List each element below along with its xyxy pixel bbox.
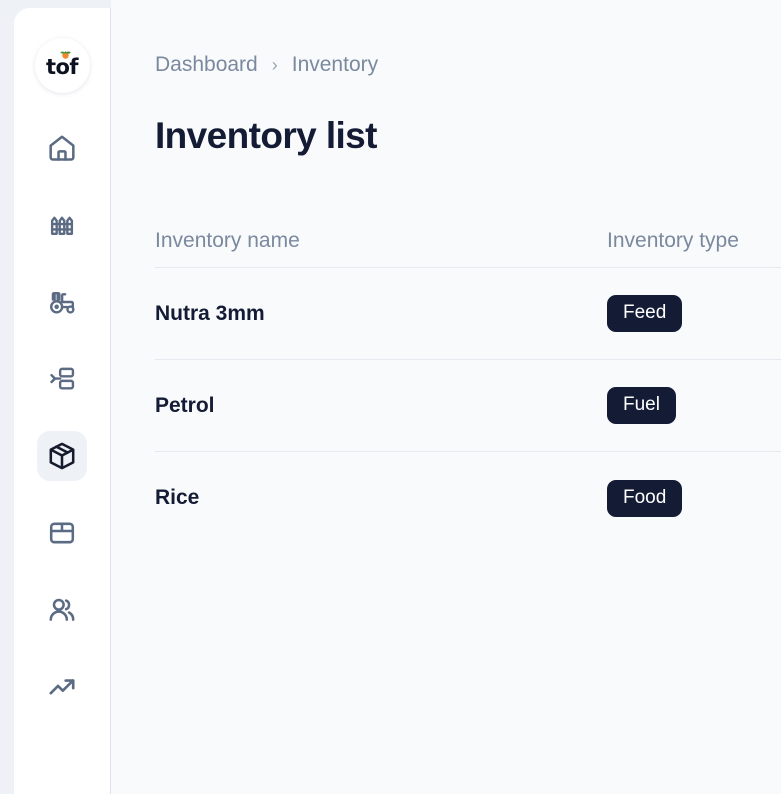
sidebar: tof <box>14 8 111 794</box>
status-badge: Food <box>607 479 683 517</box>
sidebar-item-inventory[interactable] <box>37 431 87 481</box>
sidebar-nav <box>14 123 110 712</box>
table-row[interactable]: Nutra 3mm Feed <box>155 268 781 360</box>
page-title: Inventory list <box>155 115 377 156</box>
sidebar-item-home[interactable] <box>37 123 87 173</box>
cell-inventory-type: Feed <box>607 295 781 332</box>
table-row[interactable]: Rice Food <box>155 452 781 544</box>
cell-inventory-name: Petrol <box>155 393 215 417</box>
app-logo[interactable]: tof <box>34 38 90 93</box>
logo-text: tof <box>45 55 79 79</box>
status-badge: Feed <box>607 295 683 332</box>
home-icon <box>49 135 75 161</box>
breadcrumb-item-inventory[interactable]: Inventory <box>292 53 378 77</box>
sidebar-item-machinery[interactable] <box>37 277 87 327</box>
inventory-table: Inventory name Inventory type Nutra 3mm … <box>155 215 781 544</box>
sidebar-item-reports[interactable] <box>37 662 87 712</box>
status-badge: Fuel <box>607 387 676 424</box>
breadcrumb-item-dashboard[interactable]: Dashboard <box>155 53 258 77</box>
table-header-row: Inventory name Inventory type <box>155 215 781 268</box>
box-3d-icon <box>49 442 75 470</box>
chevron-right-icon: › <box>271 55 278 75</box>
users-icon <box>49 598 75 621</box>
app-window: tof Dashboard › Inventory Inventory list… <box>0 0 781 794</box>
column-header-inventory-type: Inventory type <box>607 229 739 252</box>
trending-up-icon <box>49 679 75 695</box>
sidebar-item-fields[interactable] <box>37 200 87 250</box>
sidebar-item-storage[interactable] <box>37 508 87 558</box>
cell-inventory-name: Rice <box>155 486 200 509</box>
column-header-inventory-name: Inventory name <box>155 229 300 252</box>
tomato-logo-icon <box>59 51 71 59</box>
workflow-icon <box>50 367 75 390</box>
main-content: Dashboard › Inventory Inventory list Inv… <box>111 0 781 794</box>
fence-icon <box>50 216 74 235</box>
cell-inventory-type: Food <box>607 479 781 517</box>
package-icon <box>49 522 75 544</box>
table-row[interactable]: Petrol Fuel <box>155 360 781 452</box>
cell-inventory-type: Fuel <box>607 387 781 424</box>
breadcrumb: Dashboard › Inventory <box>155 53 781 77</box>
tractor-icon <box>50 292 75 314</box>
cell-inventory-name: Nutra 3mm <box>155 301 265 325</box>
sidebar-item-team[interactable] <box>37 585 87 635</box>
sidebar-item-tasks[interactable] <box>37 354 87 404</box>
